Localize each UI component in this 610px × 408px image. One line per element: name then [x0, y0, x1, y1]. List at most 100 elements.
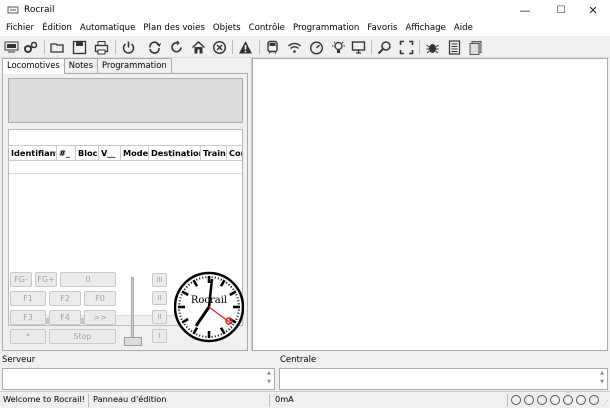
left-panel: Locomotives Notes Programmation Identifi…: [2, 58, 248, 351]
col-number[interactable]: #_: [57, 146, 76, 160]
list-icon[interactable]: [446, 39, 463, 55]
maximize-button[interactable]: ☐: [544, 0, 578, 20]
rocrail-window: Rocrail — ☐ ✕ Fichier Édition Automatiqu…: [0, 0, 610, 408]
app-icon: [7, 5, 19, 15]
status-bar: Welcome to Rocrail! Panneau d'édition 0m…: [0, 391, 610, 408]
col-vitesse[interactable]: V__: [99, 146, 121, 160]
slider-thumb[interactable]: [124, 337, 142, 346]
loco-table-header: Identifiant #_ Bloc V__ Mode Destination…: [9, 145, 242, 161]
cancel-icon[interactable]: [211, 39, 228, 55]
documents-icon[interactable]: [467, 39, 484, 55]
sync-icon[interactable]: [146, 39, 163, 55]
col-train[interactable]: Train: [201, 146, 227, 160]
star-button[interactable]: *: [10, 329, 46, 344]
col-commentaire[interactable]: Com: [227, 146, 242, 160]
speedometer-icon[interactable]: [308, 39, 325, 55]
f0-button[interactable]: F0: [84, 291, 116, 306]
menu-affichage[interactable]: Affichage: [401, 23, 449, 33]
status-mode: Panneau d'édition: [90, 394, 270, 407]
status-led-1: [511, 395, 521, 405]
clock-tick: [198, 334, 201, 337]
speed-slider[interactable]: [123, 277, 143, 347]
home-icon[interactable]: [190, 39, 207, 55]
fg-minus-button[interactable]: FG-: [10, 272, 32, 287]
speed-step-4-button[interactable]: III: [152, 273, 167, 287]
search-icon[interactable]: [376, 39, 393, 55]
save-icon[interactable]: [71, 39, 88, 55]
print-icon[interactable]: [93, 39, 110, 55]
rocrail-connect-icon[interactable]: [3, 39, 20, 55]
bug-icon[interactable]: [424, 39, 441, 55]
settings-icon[interactable]: [22, 39, 39, 55]
status-led-2: [524, 395, 534, 405]
status-led-7: [589, 395, 599, 405]
status-led-3: [537, 395, 547, 405]
col-mode[interactable]: Mode: [121, 146, 149, 160]
menu-edition[interactable]: Édition: [38, 23, 76, 33]
menu-automatique[interactable]: Automatique: [76, 23, 140, 33]
menu-objets[interactable]: Objets: [209, 23, 245, 33]
close-button[interactable]: ✕: [576, 0, 610, 20]
toolbar-separator: [115, 40, 116, 54]
clock-tick: [179, 296, 182, 299]
centrale-log-scroll[interactable]: ▲ ▼: [597, 369, 607, 389]
reload-icon[interactable]: [168, 39, 185, 55]
centrale-log[interactable]: ▲ ▼: [279, 368, 608, 390]
col-destination[interactable]: Destination: [149, 146, 201, 160]
lightbulb-icon[interactable]: [330, 39, 347, 55]
f0-top-button[interactable]: 0: [60, 272, 116, 287]
table-row[interactable]: [9, 162, 242, 174]
speed-step-3-button[interactable]: II: [152, 291, 167, 305]
menu-programmation[interactable]: Programmation: [289, 23, 363, 33]
speed-step-1-button[interactable]: I: [152, 329, 167, 343]
fg-plus-button[interactable]: FG+: [35, 272, 57, 287]
status-current: 0mA: [272, 394, 508, 407]
status-led-6: [576, 395, 586, 405]
toolbar-separator: [419, 40, 420, 54]
menu-controle[interactable]: Contrôle: [245, 23, 289, 33]
resize-grip-icon[interactable]: ⋰: [602, 399, 609, 407]
menu-fichier[interactable]: Fichier: [2, 23, 38, 33]
col-bloc[interactable]: Bloc: [76, 146, 99, 160]
locomotives-page: Identifiant #_ Bloc V__ Mode Destination…: [2, 73, 248, 351]
toolbar: [0, 36, 610, 58]
clock-tick: [198, 277, 201, 280]
status-led-4: [550, 395, 560, 405]
fullscreen-icon[interactable]: [398, 39, 415, 55]
speed-step-2-button[interactable]: II: [152, 310, 167, 324]
wifi-icon[interactable]: [286, 39, 303, 55]
toolbar-separator: [232, 40, 233, 54]
serveur-log-scroll[interactable]: ▲ ▼: [264, 369, 274, 389]
f4-button[interactable]: F4: [49, 310, 81, 325]
minimize-button[interactable]: —: [508, 0, 542, 20]
open-folder-icon[interactable]: [49, 39, 66, 55]
clock-tick: [217, 277, 220, 280]
forward-button[interactable]: >>: [84, 310, 116, 325]
col-identifiant[interactable]: Identifiant: [9, 146, 57, 160]
slider-track: [131, 277, 134, 339]
tab-programmation[interactable]: Programmation: [96, 58, 172, 73]
bottom-panels: Serveur ▲ ▼ Centrale ▲ ▼: [0, 353, 610, 391]
track-plan-area[interactable]: [252, 58, 608, 351]
clock-tick: [236, 315, 239, 318]
menu-plan-des-voies[interactable]: Plan des voies: [139, 23, 208, 33]
f1-button[interactable]: F1: [10, 291, 46, 306]
serveur-log[interactable]: ▲ ▼: [2, 368, 275, 390]
menu-bar: Fichier Édition Automatique Plan des voi…: [0, 20, 610, 36]
stop-button[interactable]: Stop: [49, 329, 116, 344]
menu-aide[interactable]: Aide: [450, 23, 477, 33]
title-bar: Rocrail — ☐ ✕: [0, 0, 610, 20]
tab-locomotives[interactable]: Locomotives: [2, 58, 65, 74]
warning-icon[interactable]: [237, 39, 254, 55]
power-icon[interactable]: [120, 39, 137, 55]
menu-favoris[interactable]: Favoris: [363, 23, 401, 33]
f2-button[interactable]: F2: [49, 291, 81, 306]
f3-button[interactable]: F3: [10, 310, 46, 325]
tab-notes[interactable]: Notes: [63, 58, 98, 73]
serveur-label: Serveur: [2, 355, 36, 365]
monitor-icon[interactable]: [350, 39, 367, 55]
window-title: Rocrail: [24, 5, 55, 15]
train-icon[interactable]: [264, 39, 281, 55]
toolbar-separator: [44, 40, 45, 54]
loco-image: [8, 78, 243, 123]
